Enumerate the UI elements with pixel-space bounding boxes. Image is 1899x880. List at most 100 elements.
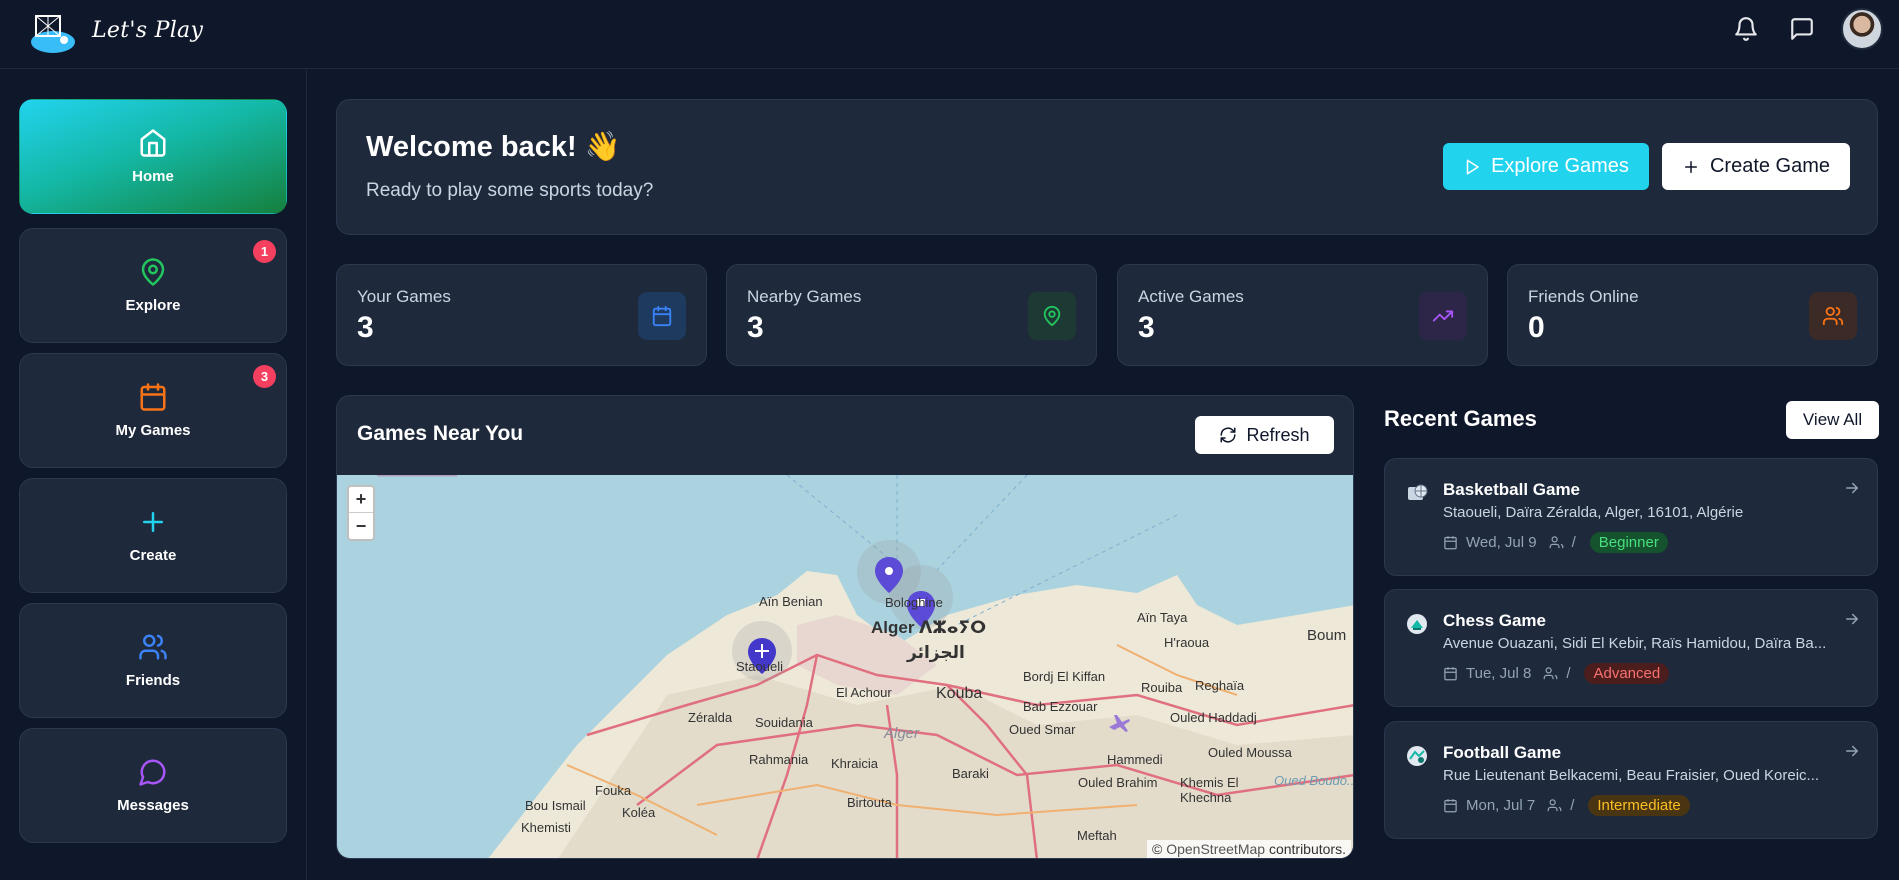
calendar-icon	[140, 383, 166, 411]
calendar-icon	[1444, 799, 1457, 813]
stat-value: 3	[357, 311, 374, 344]
map-label: Bab Ezzouar	[1023, 699, 1098, 714]
stat-value: 0	[1528, 311, 1545, 344]
map-label: Zéralda	[688, 710, 733, 725]
sidebar-item-messages[interactable]: Messages	[19, 728, 287, 843]
chess-icon	[1407, 614, 1427, 634]
calendar-icon	[1444, 667, 1457, 681]
attribution-prefix: ©	[1152, 841, 1167, 857]
game-players: /	[1571, 534, 1576, 551]
stat-value: 3	[1138, 311, 1155, 344]
attribution-suffix: contributors.	[1265, 841, 1346, 857]
explore-games-label: Explore Games	[1491, 155, 1629, 177]
map-label: Hammedi	[1107, 752, 1163, 767]
sidebar-item-explore[interactable]: Explore 1	[19, 228, 287, 343]
zoom-out-button[interactable]: −	[349, 513, 373, 539]
game-date: Wed, Jul 9	[1466, 534, 1537, 551]
recent-games-title: Recent Games	[1384, 406, 1537, 431]
game-address: Staoueli, Daïra Zéralda, Alger, 16101, A…	[1443, 504, 1744, 521]
map-label: Koléa	[622, 805, 656, 820]
create-game-label: Create Game	[1709, 155, 1831, 177]
game-name: Chess Game	[1443, 611, 1546, 630]
stat-card-friends-online: Friends Online 0	[1507, 264, 1878, 366]
level-badge: Intermediate	[1588, 795, 1690, 816]
users-icon	[1543, 667, 1558, 680]
map-label: Fouka	[595, 783, 632, 798]
map-label: El Achour	[836, 685, 892, 700]
sidebar-item-home[interactable]: Home	[19, 99, 287, 214]
refresh-button[interactable]: Refresh	[1195, 416, 1334, 454]
map-label: Staoueli	[736, 659, 783, 674]
sidebar-item-label: Explore	[125, 297, 181, 314]
basketball-icon	[1408, 484, 1428, 500]
map-pin-icon	[141, 258, 165, 286]
game-date: Mon, Jul 7	[1466, 797, 1536, 814]
game-address: Rue Lieutenant Belkacemi, Beau Fraisier,…	[1443, 767, 1820, 784]
arrow-right-icon	[1846, 482, 1859, 494]
stat-label: Active Games	[1138, 287, 1244, 306]
map-label: Ouled Haddadj	[1170, 710, 1257, 725]
map-label: Rouiba	[1141, 680, 1183, 695]
brand-name[interactable]: Let's Play	[92, 18, 203, 43]
map-label: الجزائر	[907, 643, 965, 662]
plus-icon	[1684, 160, 1697, 173]
stat-card-nearby-games: Nearby Games 3	[726, 264, 1097, 366]
game-meta: Wed, Jul 9 / Beginner	[1443, 532, 1668, 553]
play-icon	[1466, 159, 1479, 174]
sidebar-item-label: My Games	[115, 422, 191, 439]
map-label: Souidania	[755, 715, 813, 730]
sidebar-item-create[interactable]: Create	[19, 478, 287, 593]
map-label: Bologhine	[885, 595, 943, 610]
zoom-in-button[interactable]: +	[349, 487, 373, 513]
arrow-right-icon	[1846, 613, 1859, 625]
welcome-title: Welcome back! 👋	[366, 131, 621, 163]
map-label: Khemisti	[521, 820, 571, 835]
game-meta: Mon, Jul 7 / Intermediate	[1443, 795, 1690, 816]
game-name: Football Game	[1443, 743, 1562, 762]
map-label: Aïn Benian	[759, 594, 823, 609]
zoom-controls: + −	[347, 485, 375, 541]
map-attribution: © OpenStreetMap contributors.	[1147, 840, 1351, 858]
message-icon[interactable]	[1785, 12, 1819, 46]
map-label: Ouled Moussa	[1208, 745, 1292, 760]
map-label: Aïn Taya	[1137, 610, 1188, 625]
sidebar-item-label: Home	[132, 168, 174, 185]
stat-label: Friends Online	[1528, 287, 1639, 306]
map-label: H'raoua	[1164, 635, 1210, 650]
sidebar-item-friends[interactable]: Friends	[19, 603, 287, 718]
level-badge: Advanced	[1584, 663, 1670, 684]
explore-games-button[interactable]: Explore Games	[1443, 143, 1649, 190]
map-pin-icon	[1028, 292, 1076, 340]
level-badge: Beginner	[1589, 532, 1668, 553]
sidebar-item-label: Create	[129, 547, 177, 564]
game-card-basketball[interactable]: Basketball Game Staoueli, Daïra Zéralda,…	[1384, 458, 1878, 576]
view-all-button[interactable]: View All	[1786, 401, 1879, 439]
logo-icon[interactable]	[28, 10, 78, 54]
arrow-right-icon	[1846, 745, 1859, 757]
map[interactable]: Aïn Benian Bologhine Alger ⴷⵣⴰⵢⵔ الجزائر…	[337, 475, 1353, 858]
game-address: Avenue Ouazani, Sidi El Kebir, Raïs Hami…	[1443, 635, 1827, 652]
map-label: Meftah	[1077, 828, 1117, 843]
avatar[interactable]	[1841, 8, 1883, 50]
openstreetmap-link[interactable]: OpenStreetMap	[1166, 841, 1265, 857]
section-title: Games Near You	[357, 422, 524, 445]
users-icon	[1549, 536, 1563, 549]
game-players: /	[1566, 665, 1571, 682]
trending-up-icon	[1419, 292, 1467, 340]
game-card-chess[interactable]: Chess Game Avenue Ouazani, Sidi El Kebir…	[1384, 589, 1878, 707]
bell-icon[interactable]	[1729, 12, 1763, 46]
map-label: Bordj El Kiffan	[1023, 669, 1106, 684]
game-card-football[interactable]: Football Game Rue Lieutenant Belkacemi, …	[1384, 721, 1878, 839]
plus-icon	[143, 512, 163, 532]
users-icon	[139, 634, 167, 660]
map-label: Rahmania	[749, 752, 809, 767]
map-label: Boum	[1307, 627, 1347, 644]
game-meta: Tue, Jul 8 / Advanced	[1443, 663, 1670, 684]
sidebar-item-my-games[interactable]: My Games 3	[19, 353, 287, 468]
create-game-button[interactable]: Create Game	[1662, 143, 1850, 190]
home-icon	[140, 129, 166, 157]
refresh-icon	[1220, 427, 1236, 443]
map-label: Birtouta	[847, 795, 892, 810]
top-actions	[1729, 8, 1883, 50]
stat-card-active-games: Active Games 3	[1117, 264, 1488, 366]
